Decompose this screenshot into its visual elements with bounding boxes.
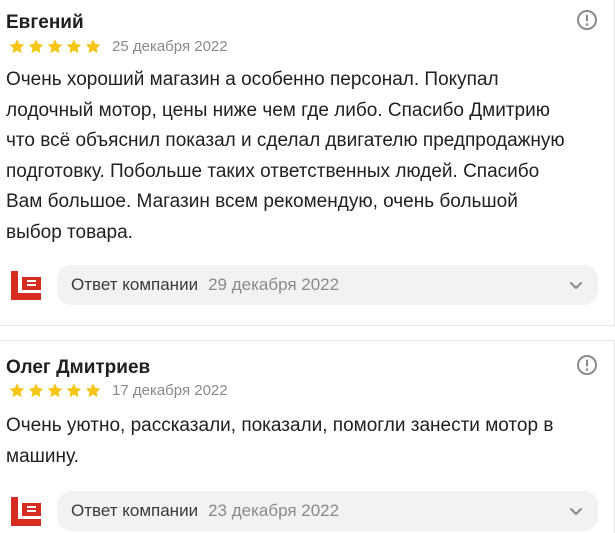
rating-stars [8, 382, 102, 399]
review-meta: 25 декабря 2022 [8, 37, 228, 55]
info-circle-icon[interactable] [576, 354, 598, 376]
info-circle-icon[interactable] [576, 9, 598, 31]
review-author[interactable]: Евгений [6, 12, 84, 34]
chevron-down-icon [570, 282, 582, 289]
company-reply-toggle[interactable]: Ответ компании 23 декабря 2022 [57, 491, 598, 531]
review-card: Олег Дмитриев 17 декабря 2022 Очень уютн… [0, 340, 615, 533]
star-icon [66, 382, 82, 397]
reply-label: Ответ компании [71, 501, 199, 520]
review-author[interactable]: Олег Дмитриев [6, 357, 150, 379]
star-icon [28, 38, 44, 53]
reply-label: Ответ компании [71, 275, 199, 294]
star-icon [85, 38, 101, 53]
company-logo [11, 497, 41, 526]
review-text: Очень хороший магазин а особенно персона… [6, 69, 565, 243]
star-icon [47, 382, 63, 397]
chevron-down-icon [570, 508, 582, 515]
review-text: Очень уютно, рассказали, показали, помог… [6, 415, 554, 467]
reply-date: 29 декабря 2022 [208, 275, 340, 294]
star-icon [28, 382, 44, 397]
rating-stars [8, 38, 102, 55]
review-meta: 17 декабря 2022 [8, 381, 228, 399]
star-icon [9, 382, 25, 397]
star-icon [85, 382, 101, 397]
star-icon [47, 38, 63, 53]
review-card: Евгений 25 декабря 2022 Очень хороший ма… [0, 0, 615, 326]
company-reply-toggle[interactable]: Ответ компании 29 декабря 2022 [57, 265, 598, 305]
reply-date: 23 декабря 2022 [208, 501, 340, 520]
review-date: 25 декабря 2022 [112, 37, 228, 55]
review-date: 17 декабря 2022 [112, 381, 228, 399]
star-icon [9, 38, 25, 53]
company-logo [11, 271, 41, 300]
star-icon [66, 38, 82, 53]
